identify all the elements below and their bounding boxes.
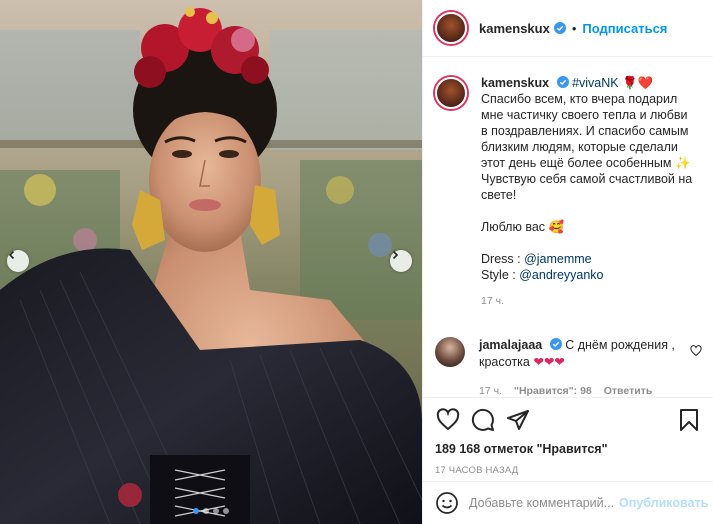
verified-badge-icon (553, 22, 566, 34)
comment-like-heart-icon[interactable] (690, 345, 702, 357)
like-button[interactable] (435, 407, 461, 433)
commenter-username[interactable]: jamalajaaa (479, 338, 542, 352)
slide-indicator (0, 508, 422, 514)
paper-plane-icon (507, 410, 529, 430)
slide-dot (213, 508, 219, 514)
bookmark-icon (680, 409, 698, 431)
caption-style-tag[interactable]: @andreyyanko (519, 268, 603, 282)
comment-bubble-icon (471, 408, 494, 431)
caption-style-label: Style : (481, 268, 516, 282)
caption-love-line: Люблю вас 🥰 (481, 220, 565, 234)
post-header: kamenskux • Подписаться (423, 0, 713, 57)
comment-likes-count[interactable]: "Нравится": 98 (514, 383, 592, 397)
verified-badge-icon (549, 338, 562, 350)
caption-dress-tag[interactable]: @jamemme (524, 252, 592, 266)
follow-button[interactable]: Подписаться (582, 21, 667, 36)
caption-hashtag[interactable]: #vivaNK (572, 76, 619, 90)
caption-emoji: 🌹❤️ (622, 76, 654, 90)
chevron-right-icon (392, 250, 399, 260)
caption-author[interactable]: kamenskux (481, 76, 549, 90)
comment-reply-button[interactable]: Ответить (604, 383, 653, 397)
posted-time[interactable]: 17 часов назад (435, 465, 702, 476)
comment-hearts: ❤❤❤ (533, 355, 565, 369)
heart-icon (436, 408, 460, 431)
post-photo[interactable] (0, 0, 422, 524)
post-photo-illustration (0, 0, 422, 524)
caption-text: Спасибо всем, кто вчера подарил мне част… (481, 92, 693, 202)
commenter-avatar[interactable] (435, 337, 465, 367)
caption-time[interactable]: 17 ч. (481, 293, 696, 309)
share-button[interactable] (505, 407, 531, 433)
next-slide-button[interactable] (390, 250, 412, 272)
post-actions: 189 168 отметок "Нравится" 17 часов наза… (423, 397, 713, 476)
add-comment-bar: Опубликовать (423, 481, 713, 524)
chevron-left-icon (8, 250, 15, 260)
emoji-smiley-icon[interactable] (435, 491, 459, 515)
slide-dot-active (193, 508, 199, 514)
caption-dress-label: Dress : (481, 252, 521, 266)
likes-count[interactable]: 189 168 отметок "Нравится" (435, 442, 702, 456)
post-side-panel: kamenskux • Подписаться kamenskux #vivaN… (422, 0, 713, 524)
comments-area[interactable]: kamenskux #vivaNK 🌹❤️ Спасибо всем, кто … (423, 57, 713, 397)
post-caption: kamenskux #vivaNK 🌹❤️ Спасибо всем, кто … (435, 75, 702, 309)
save-button[interactable] (676, 407, 702, 433)
slide-dot (203, 508, 209, 514)
previous-slide-button[interactable] (7, 250, 29, 272)
publish-comment-button[interactable]: Опубликовать (619, 496, 708, 510)
author-avatar[interactable] (435, 12, 467, 44)
verified-badge-icon (556, 76, 569, 88)
comment-item: jamalajaaa С днём рождения , красотка ❤❤… (435, 337, 702, 397)
header-separator: • (571, 20, 577, 36)
comment-input[interactable] (469, 496, 619, 510)
slide-dot (223, 508, 229, 514)
caption-avatar[interactable] (435, 77, 467, 109)
comment-time[interactable]: 17 ч. (479, 383, 502, 397)
author-username[interactable]: kamenskux (479, 21, 550, 36)
comment-button[interactable] (470, 407, 496, 433)
